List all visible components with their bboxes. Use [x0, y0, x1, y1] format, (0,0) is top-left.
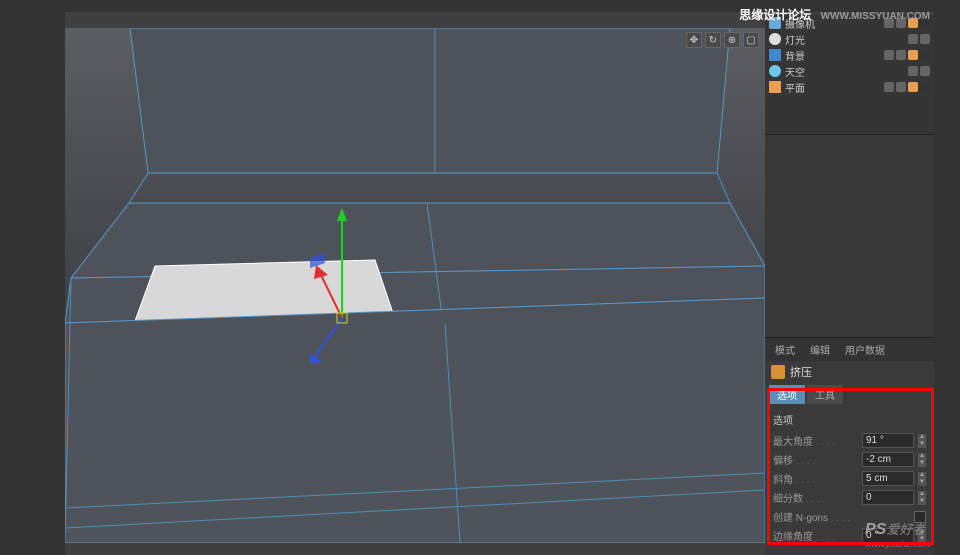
rotate-icon[interactable]: ↻: [705, 32, 721, 48]
tag-orange[interactable]: [908, 50, 918, 60]
object-name: 灯光: [785, 32, 904, 47]
object-row[interactable]: 天空: [765, 63, 934, 79]
object-tags: [884, 82, 930, 92]
mesh-wireframe: [65, 28, 765, 543]
attr-mode-tabs: 模式 编辑 用户数据: [765, 338, 934, 361]
tag-dots[interactable]: [908, 66, 918, 76]
object-manager[interactable]: 摄像机灯光背景天空平面: [765, 15, 934, 135]
object-name: 背景: [785, 48, 880, 63]
object-tags: [908, 34, 930, 44]
sky-icon: [769, 65, 781, 77]
tab-mode[interactable]: 模式: [769, 340, 801, 359]
property-value[interactable]: 91 °: [862, 433, 914, 448]
tag-dark[interactable]: [920, 82, 930, 92]
object-name: 平面: [785, 80, 880, 95]
tool-name: 挤压: [790, 364, 812, 380]
object-row[interactable]: 背景: [765, 47, 934, 63]
property-label: 偏移 . . . .: [773, 452, 858, 467]
spinner[interactable]: ▲▼: [918, 472, 926, 486]
watermark-bottom: PS爱好者 www.psahz.com: [865, 519, 930, 549]
floor-icon: [769, 49, 781, 61]
3d-viewport[interactable]: ✥ ↻ ⊕ ▢: [65, 28, 765, 543]
property-value[interactable]: 0: [862, 490, 914, 505]
sub-tabs: 选项 工具: [765, 383, 934, 406]
property-value[interactable]: 5 cm: [862, 471, 914, 486]
property-label: 细分数 . . . .: [773, 490, 858, 505]
property-row: 偏移 . . . . -2 cm ▲▼: [773, 450, 926, 469]
object-row[interactable]: 平面: [765, 79, 934, 95]
tag-dark[interactable]: [920, 50, 930, 60]
pan-icon[interactable]: ✥: [686, 32, 702, 48]
property-row: 最大角度 . . . . 91 ° ▲▼: [773, 431, 926, 450]
property-value[interactable]: -2 cm: [862, 452, 914, 467]
subtab-options[interactable]: 选项: [769, 385, 805, 404]
property-row: 斜角 . . . . 5 cm ▲▼: [773, 469, 926, 488]
move-gizmo[interactable]: [310, 203, 390, 363]
tag-dots[interactable]: [884, 50, 894, 60]
zoom-icon[interactable]: ⊕: [724, 32, 740, 48]
object-tags: [908, 66, 930, 76]
watermark-top: 思缘设计论坛 WWW.MISSYUAN.COM: [739, 6, 930, 23]
tool-header: 挤压: [765, 361, 934, 383]
spinner[interactable]: ▲▼: [918, 453, 926, 467]
right-panel: 摄像机灯光背景天空平面 模式 编辑 用户数据 挤压 选项 工具 选项 最大角度 …: [765, 15, 934, 555]
tag-dots[interactable]: [908, 34, 918, 44]
object-row[interactable]: 灯光: [765, 31, 934, 47]
light-icon: [769, 33, 781, 45]
object-name: 天空: [785, 64, 904, 79]
spinner[interactable]: ▲▼: [918, 434, 926, 448]
extrude-icon: [771, 365, 785, 379]
plane-icon: [769, 81, 781, 93]
tag-dots[interactable]: [884, 82, 894, 92]
object-tags: [884, 50, 930, 60]
tag-dots[interactable]: [896, 50, 906, 60]
tab-userdata[interactable]: 用户数据: [839, 340, 891, 359]
section-label: 选项: [773, 410, 926, 431]
tag-dots[interactable]: [920, 66, 930, 76]
subtab-tool[interactable]: 工具: [807, 385, 843, 404]
viewport-controls: ✥ ↻ ⊕ ▢: [686, 32, 759, 48]
panel-spacer: [765, 135, 934, 337]
property-label: 斜角 . . . .: [773, 471, 858, 486]
spinner[interactable]: ▲▼: [918, 491, 926, 505]
property-row: 细分数 . . . . 0 ▲▼: [773, 488, 926, 507]
tag-orange[interactable]: [908, 82, 918, 92]
tab-edit[interactable]: 编辑: [804, 340, 836, 359]
tag-dots[interactable]: [896, 82, 906, 92]
tag-dots[interactable]: [920, 34, 930, 44]
property-label: 边缘角度 . . . .: [773, 528, 858, 543]
frame-icon[interactable]: ▢: [743, 32, 759, 48]
property-label: 最大角度 . . . .: [773, 433, 858, 448]
